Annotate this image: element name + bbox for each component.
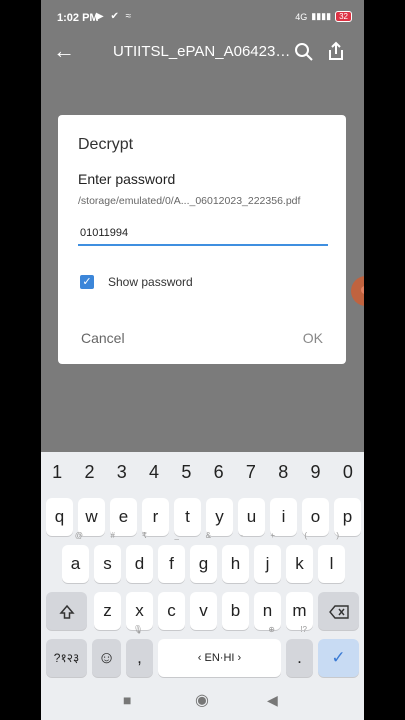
backspace-icon <box>328 604 349 619</box>
file-path: /storage/emulated/0/A..._06012023_222356… <box>78 195 301 207</box>
shift-icon <box>58 604 75 619</box>
notification-icons: ▶ ✔ ≈ <box>96 11 134 22</box>
key-g[interactable]: & g <box>190 532 217 583</box>
hint: ( <box>304 531 307 540</box>
signal-icon: ▮▮▮▮ <box>311 11 332 21</box>
toolbar: ← UTIITSL_ePAN_A064236... <box>41 36 364 68</box>
key-f[interactable]: _ f <box>158 532 185 583</box>
key-2[interactable]: 2 <box>73 462 105 483</box>
language-label: EN·HI <box>204 652 235 664</box>
dialog-title: Decrypt <box>78 136 134 153</box>
status-right: 4G ▮▮▮▮ 32 <box>295 11 352 22</box>
back-arrow-icon[interactable]: ← <box>53 38 75 64</box>
key-label: s <box>103 554 112 573</box>
hint: @ <box>74 531 83 540</box>
key-label: k <box>295 554 304 573</box>
key-label: l <box>329 554 334 573</box>
space-key[interactable]: ⊕ ‹ EN·HI › <box>158 626 281 677</box>
key-k[interactable]: (k <box>286 532 313 583</box>
key-label: j <box>265 554 270 573</box>
hint: _ <box>174 531 179 540</box>
number-row: 1 2 3 4 5 6 7 8 9 0 <box>41 462 364 483</box>
recents-icon[interactable]: ■ <box>123 692 131 708</box>
key-3[interactable]: 3 <box>106 462 138 483</box>
share-icon[interactable] <box>325 40 347 62</box>
search-icon[interactable] <box>293 41 315 63</box>
status-time: 1:02 PM <box>57 12 99 24</box>
comma-key[interactable]: 🎙 , <box>126 626 153 677</box>
key-c[interactable]: c <box>158 592 185 630</box>
space-arrow-right: › <box>234 652 242 664</box>
hint: ₹ <box>141 531 147 540</box>
emoji-key[interactable]: ☺ <box>92 639 121 677</box>
key-j[interactable]: + j <box>254 532 281 583</box>
navigation-bar: ■ ◉ ◀ <box>41 684 364 720</box>
password-prompt: Enter password <box>78 171 176 187</box>
decrypt-dialog: Decrypt Enter password /storage/emulated… <box>58 115 346 364</box>
key-v[interactable]: v <box>190 592 217 630</box>
hint: + <box>270 531 275 540</box>
key-6[interactable]: 6 <box>202 462 234 483</box>
key-1[interactable]: 1 <box>41 462 73 483</box>
check-icon: ✓ <box>331 648 346 667</box>
network-label: 4G <box>295 11 308 22</box>
backspace-key[interactable] <box>318 592 359 630</box>
comma-label: , <box>137 648 142 667</box>
shift-key[interactable] <box>46 592 87 630</box>
key-label: g <box>198 554 209 573</box>
key-9[interactable]: 9 <box>299 462 331 483</box>
key-4[interactable]: 4 <box>138 462 170 483</box>
key-s[interactable]: # s <box>94 532 121 583</box>
key-5[interactable]: 5 <box>170 462 202 483</box>
status-bar: 1:02 PM ▶ ✔ ≈ 4G ▮▮▮▮ 32 <box>41 0 364 36</box>
ok-button[interactable]: OK <box>303 330 323 346</box>
space-arrow-left: ‹ <box>197 652 205 664</box>
period-key[interactable]: !? . <box>286 626 313 677</box>
battery-icon: 32 <box>335 11 352 22</box>
screen: 1:02 PM ▶ ✔ ≈ 4G ▮▮▮▮ 32 ← UTIITSL_ePAN_… <box>41 0 364 720</box>
key-0[interactable]: 0 <box>332 462 364 483</box>
hint: & <box>205 531 211 540</box>
globe-icon: ⊕ <box>268 625 275 634</box>
keyboard: 1 2 3 4 5 6 7 8 9 0 q w e r t y u i o p … <box>41 452 364 684</box>
key-label: a <box>70 554 81 573</box>
key-z[interactable]: z <box>94 592 121 630</box>
back-icon[interactable]: ◀ <box>267 692 278 709</box>
key-h[interactable]: -h <box>222 532 249 583</box>
key-d[interactable]: ₹ d <box>126 532 153 583</box>
show-password-label[interactable]: Show password <box>108 275 193 289</box>
key-label: h <box>230 554 241 573</box>
hint: - <box>240 531 243 540</box>
key-b[interactable]: b <box>222 592 249 630</box>
cancel-button[interactable]: Cancel <box>81 330 125 346</box>
key-l[interactable]: ) l <box>318 532 345 583</box>
show-password-checkbox[interactable]: ✓ <box>80 275 94 289</box>
key-8[interactable]: 8 <box>267 462 299 483</box>
home-icon[interactable]: ◉ <box>195 690 209 710</box>
key-q[interactable]: q <box>46 498 73 536</box>
key-label: d <box>134 554 145 573</box>
key-a[interactable]: @ a <box>62 532 89 583</box>
emoji-icon: ☺ <box>97 648 116 667</box>
password-input[interactable] <box>78 222 328 246</box>
period-label: . <box>297 648 302 667</box>
key-7[interactable]: 7 <box>235 462 267 483</box>
mic-icon: 🎙 <box>132 625 143 634</box>
document-title: UTIITSL_ePAN_A064236... <box>113 43 291 60</box>
hint: # <box>110 531 115 540</box>
hint: ) <box>336 531 339 540</box>
period-hint: !? <box>300 625 307 634</box>
floating-button[interactable] <box>351 276 364 306</box>
key-label: f <box>169 554 174 573</box>
enter-key[interactable]: ✓ <box>318 639 359 677</box>
symbols-key[interactable]: ?१२३ <box>46 639 87 677</box>
